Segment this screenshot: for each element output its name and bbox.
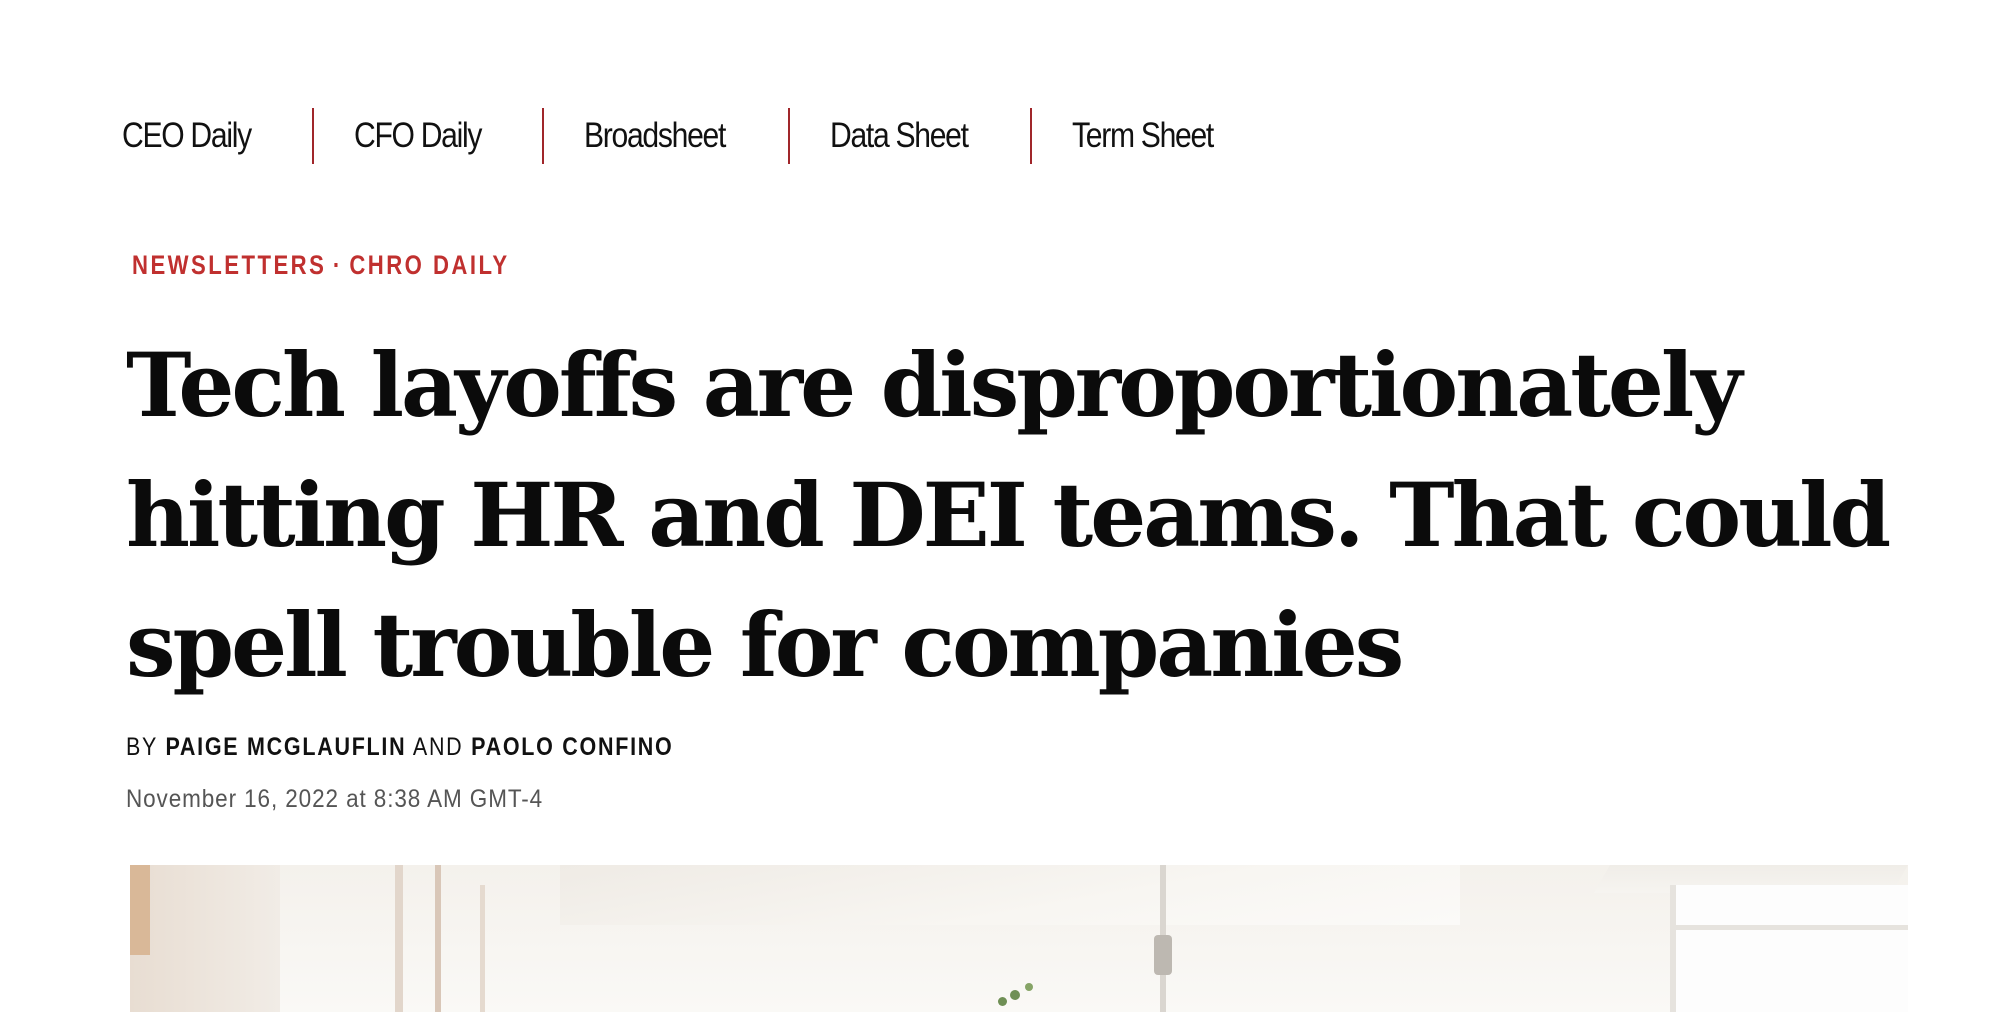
nav-link-ceo-daily[interactable]: CEO Daily — [122, 116, 252, 156]
nav-link-data-sheet[interactable]: Data Sheet — [830, 116, 969, 156]
hero-image — [130, 865, 1908, 1012]
nav-divider — [311, 108, 314, 164]
hero-lamp — [1154, 935, 1172, 975]
nav-link-broadsheet[interactable]: Broadsheet — [584, 116, 726, 156]
hero-window — [1670, 885, 1908, 1012]
nav-cell-ceo-daily: CEO Daily — [122, 108, 272, 164]
eyebrow-separator: · — [332, 250, 343, 280]
hero-door-frame — [395, 865, 403, 1012]
article-timestamp: November 16, 2022 at 8:38 AM GMT-4 — [126, 785, 544, 813]
hero-ceiling — [560, 865, 1460, 925]
hero-window-bar — [1670, 925, 1908, 930]
hero-plant-leaf — [1010, 990, 1020, 1000]
author-link-paolo-confino[interactable]: PAOLO CONFINO — [471, 733, 673, 761]
section-link-newsletters[interactable]: NEWSLETTERS — [132, 250, 326, 280]
byline-prefix: BY — [126, 733, 158, 761]
byline-conjunction: AND — [412, 733, 464, 761]
hero-door-frame — [480, 885, 485, 1012]
hero-wood-strip — [130, 865, 150, 955]
article-byline: BY PAIGE MCGLAUFLIN AND PAOLO CONFINO — [126, 733, 673, 762]
nav-divider — [1029, 108, 1032, 164]
hero-wall-left — [130, 865, 280, 1012]
author-link-paige-mcglauflin[interactable]: PAIGE MCGLAUFLIN — [165, 733, 406, 761]
nav-divider — [787, 108, 790, 164]
article-eyebrow: NEWSLETTERS · CHRO DAILY — [132, 250, 510, 281]
nav-cell-cfo-daily: CFO Daily — [354, 108, 502, 164]
nav-link-cfo-daily[interactable]: CFO Daily — [354, 116, 482, 156]
nav-cell-term-sheet: Term Sheet — [1072, 108, 1236, 164]
section-link-chro-daily[interactable]: CHRO DAILY — [349, 250, 509, 280]
hero-plant-leaf — [998, 997, 1007, 1006]
hero-plant-leaf — [1025, 983, 1033, 991]
nav-divider — [541, 108, 544, 164]
article-page: CEO Daily CFO Daily Broadsheet Data Shee… — [0, 0, 1990, 1012]
article-headline: Tech layoffs are disproportionately hitt… — [126, 333, 1891, 697]
newsletter-nav: CEO Daily CFO Daily Broadsheet Data Shee… — [122, 108, 1236, 164]
nav-link-term-sheet[interactable]: Term Sheet — [1072, 116, 1214, 156]
nav-cell-broadsheet: Broadsheet — [584, 108, 748, 164]
hero-door-frame — [435, 865, 441, 1012]
nav-cell-data-sheet: Data Sheet — [830, 108, 990, 164]
